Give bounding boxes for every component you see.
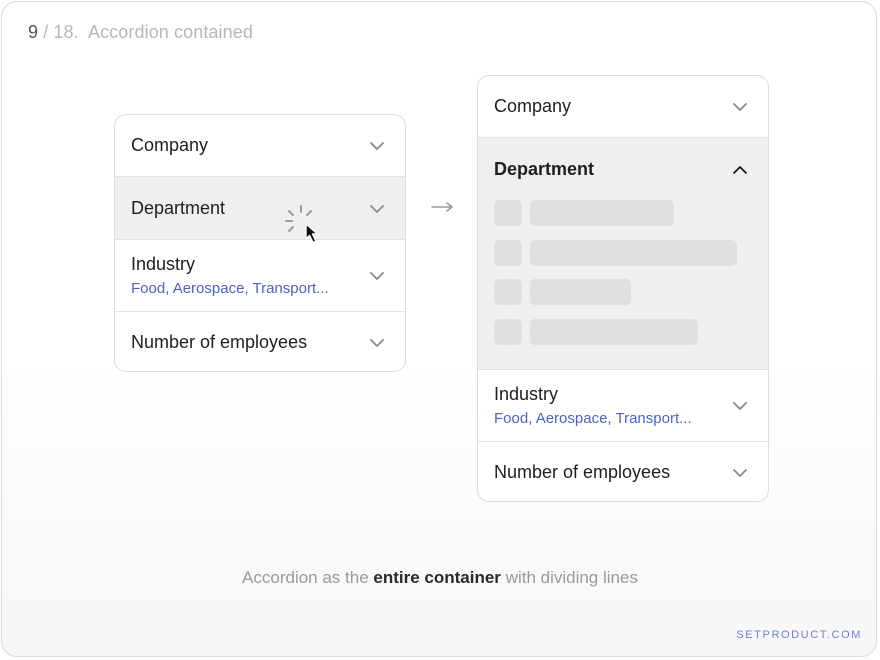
brand-link[interactable]: SETPRODUCT.COM bbox=[736, 629, 862, 641]
accordion-item-industry[interactable]: Industry Food, Aerospace, Transport... bbox=[115, 240, 405, 312]
page-title: Accordion contained bbox=[87, 22, 253, 42]
arrow-right-icon bbox=[431, 202, 453, 212]
skeleton-line bbox=[530, 200, 674, 226]
accordion-item-value: Food, Aerospace, Transport... bbox=[494, 410, 692, 427]
accordion-item-label: Industry bbox=[494, 384, 559, 404]
page-total: / 18. bbox=[38, 22, 88, 42]
slide-frame: 9 / 18. Accordion contained Company Depa… bbox=[1, 1, 877, 657]
skeleton-checkbox bbox=[494, 319, 522, 345]
caption: Accordion as the entire container with d… bbox=[2, 568, 876, 588]
slide-title: 9 / 18. Accordion contained bbox=[28, 22, 253, 43]
skeleton-checkbox bbox=[494, 279, 522, 305]
skeleton-line bbox=[530, 240, 737, 266]
chevron-down-icon bbox=[370, 339, 384, 347]
accordion-item-label: Company bbox=[131, 135, 209, 155]
accordion-item-department-expanded[interactable]: Department bbox=[478, 138, 768, 370]
chevron-down-icon bbox=[733, 103, 747, 111]
accordion-expanded: Company Department Industry Food, Aerosp… bbox=[477, 75, 769, 502]
chevron-down-icon bbox=[370, 205, 384, 213]
accordion-item-label: Department bbox=[131, 198, 226, 218]
page-number: 9 bbox=[28, 22, 39, 42]
accordion-item-employees[interactable]: Number of employees bbox=[478, 442, 768, 501]
accordion-item-employees[interactable]: Number of employees bbox=[115, 312, 405, 371]
skeleton-checkbox bbox=[494, 240, 522, 266]
caption-suffix: with dividing lines bbox=[500, 568, 638, 587]
chevron-down-icon bbox=[733, 469, 747, 477]
accordion-item-company[interactable]: Company bbox=[115, 115, 405, 177]
accordion-item-label: Company bbox=[494, 96, 572, 116]
chevron-down-icon bbox=[733, 402, 747, 410]
skeleton-line bbox=[530, 279, 631, 305]
accordion-item-label: Number of employees bbox=[494, 462, 671, 482]
chevron-up-icon bbox=[733, 166, 747, 174]
skeleton-line bbox=[530, 319, 698, 345]
chevron-down-icon bbox=[370, 142, 384, 150]
caption-emphasis: entire container bbox=[373, 568, 501, 587]
accordion-item-label: Industry bbox=[131, 254, 196, 274]
accordion-item-industry[interactable]: Industry Food, Aerospace, Transport... bbox=[478, 370, 768, 442]
accordion-item-department[interactable]: Department bbox=[115, 177, 405, 240]
cursor-loading-icon bbox=[285, 205, 319, 244]
accordion-item-label: Number of employees bbox=[131, 332, 308, 352]
caption-prefix: Accordion as the bbox=[242, 568, 374, 587]
accordion-item-value: Food, Aerospace, Transport... bbox=[131, 280, 329, 297]
skeleton-checkbox bbox=[494, 200, 522, 226]
accordion-item-company[interactable]: Company bbox=[478, 76, 768, 138]
chevron-down-icon bbox=[370, 272, 384, 280]
accordion-collapsed: Company Department Industry Food, Aerosp… bbox=[114, 114, 406, 372]
accordion-item-label: Department bbox=[494, 159, 595, 179]
